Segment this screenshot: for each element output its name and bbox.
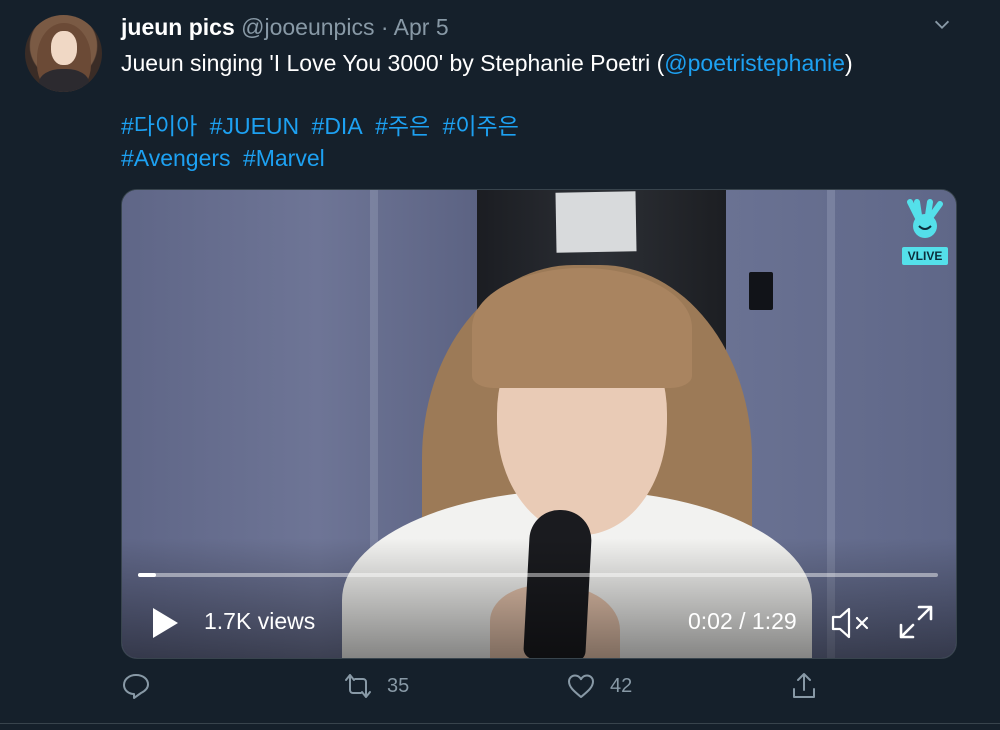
mute-icon[interactable] [830,604,872,642]
hashtag-link[interactable]: #다이아 [121,113,197,139]
tweet-text-end: ) [844,50,853,76]
reply-button[interactable] [121,671,165,701]
retweet-button[interactable]: 35 [343,671,409,701]
chevron-down-icon[interactable] [931,14,953,36]
mention-link[interactable]: @poetristephanie [664,50,845,76]
author-handle[interactable]: @jooeunpics [241,14,374,40]
like-count: 42 [610,674,633,697]
avatar-body [39,69,89,92]
retweet-icon [345,674,371,698]
tweet-date[interactable]: Apr 5 [394,14,449,40]
vlive-badge: VLIVE [902,198,948,265]
tweet-header: jueun pics @jooeunpics · Apr 5 [121,14,449,41]
profile-avatar[interactable] [25,15,102,92]
hashtag-link[interactable]: #JUEUN [210,113,299,139]
play-icon[interactable] [150,606,180,640]
share-icon [793,673,815,698]
wall-switch [749,272,773,310]
progress-bar[interactable] [138,573,938,577]
view-count: 1.7K views [204,608,316,634]
tweet-divider [0,723,1000,724]
fullscreen-icon[interactable] [897,603,935,641]
singer-bangs [472,268,692,388]
tweet-text: Jueun singing 'I Love You 3000' by Steph… [121,48,853,79]
hashtag-link[interactable]: #주은 [375,113,430,139]
tweet-actions: 35 42 [0,671,1000,711]
hashtag-link[interactable]: #DIA [312,113,363,139]
like-icon [568,674,594,698]
tweet-text-start: Jueun singing 'I Love You 3000' by Steph… [121,50,665,76]
vlive-logo-icon [907,199,943,238]
hashtags: #다이아 #JUEUN #DIA #주은 #이주은 #Avengers #Mar… [121,110,525,174]
vlive-label: VLIVE [902,247,948,265]
share-button[interactable] [789,671,819,701]
progress-fill [138,573,156,577]
author-name[interactable]: jueun pics [121,14,235,40]
hashtag-link[interactable]: #Avengers [121,145,231,171]
hashtag-line-2: #Avengers #Marvel [121,142,525,174]
hashtag-link[interactable]: #Marvel [243,145,325,171]
like-button[interactable]: 42 [566,671,632,701]
hashtag-link[interactable]: #이주은 [443,113,519,139]
door-notice [555,191,637,253]
video-time: 0:02 / 1:29 [688,608,797,634]
avatar-face [51,31,77,65]
hashtag-line-1: #다이아 #JUEUN #DIA #주은 #이주은 [121,110,525,142]
retweet-count: 35 [387,674,410,697]
reply-icon [123,674,149,699]
video-player[interactable]: VLIVE 1.7K views 0:02 / 1:29 [121,189,957,659]
separator-dot: · [380,14,389,40]
